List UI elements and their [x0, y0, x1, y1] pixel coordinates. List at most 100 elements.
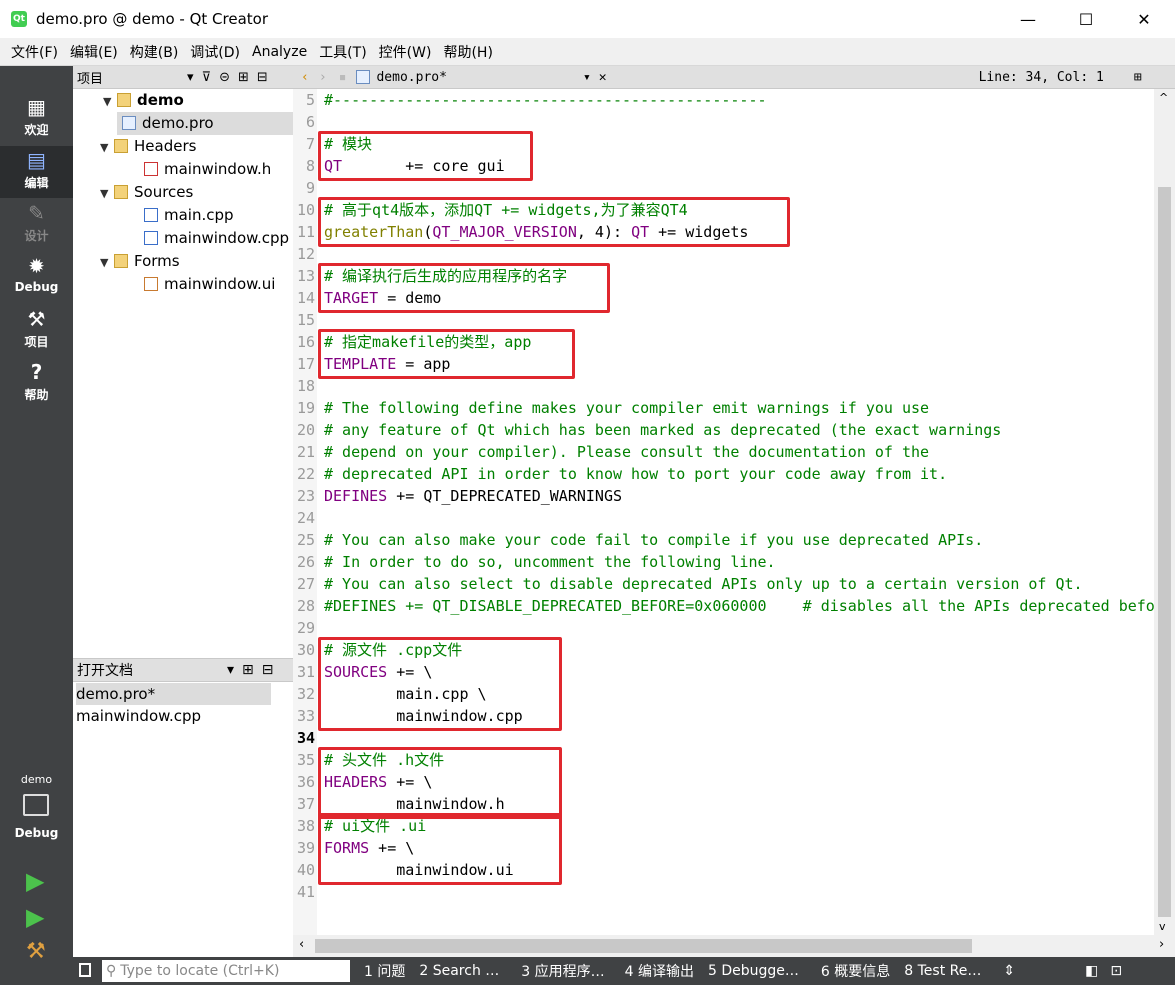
code-line: # In order to do so, uncomment the follo… [324, 553, 776, 571]
code-line: HEADERS += \ [324, 773, 433, 791]
line-number: 11 [296, 223, 315, 241]
code-line: TARGET = demo [324, 289, 442, 307]
minimize-button[interactable]: — [1000, 0, 1056, 38]
output-tab-general[interactable]: 6 概要信息 [821, 961, 890, 981]
locator-input[interactable]: ⚲ Type to locate (Ctrl+K) [102, 960, 350, 982]
output-tab-debugger[interactable]: 5 Debugge… [708, 963, 799, 979]
sidebar-toggle-icon[interactable] [79, 963, 91, 977]
scrollbar-thumb[interactable] [315, 939, 972, 953]
tree-item-mainwindow-ui[interactable]: mainwindow.ui [144, 273, 275, 296]
menu-build[interactable]: 构建(B) [124, 42, 185, 62]
output-tab-test-results[interactable]: 8 Test Re… [904, 963, 981, 979]
code-line: mainwindow.cpp [324, 707, 523, 725]
mode-sidebar: ▦ 欢迎 ▤ 编辑 ✎ 设计 ✹ Debug ⚒ 项目 ? 帮助 demo De… [0, 89, 73, 985]
chevron-down-icon: ▼ [100, 187, 109, 200]
open-docs-toolbar: 打开文档 ▾ ⊞ ⊟ [73, 658, 293, 682]
split-icon[interactable]: ⊞ [238, 70, 249, 85]
run-icon[interactable]: ▶ [26, 867, 44, 895]
chevron-down-icon: ▼ [103, 95, 112, 108]
open-doc-item[interactable]: mainwindow.cpp [76, 705, 271, 727]
scroll-left-icon[interactable]: ‹ [299, 937, 304, 952]
mode-bar-top [0, 66, 73, 89]
menu-tools[interactable]: 工具(T) [313, 42, 372, 62]
folder-icon [114, 185, 128, 199]
chevron-down-icon[interactable]: ▾ [227, 662, 234, 678]
filter-icon[interactable]: ⊽ [202, 70, 212, 85]
menu-file[interactable]: 文件(F) [5, 42, 64, 62]
scrollbar-thumb[interactable] [1158, 187, 1171, 917]
code-line: # ui文件 .ui [324, 817, 427, 835]
mode-help[interactable]: ? 帮助 [0, 358, 73, 410]
tree-item-headers[interactable]: ▼ Headers [100, 135, 196, 158]
line-number: 13 [296, 267, 315, 285]
line-number: 7 [305, 135, 315, 153]
maximize-button[interactable]: ☐ [1058, 0, 1114, 38]
close-button[interactable]: ✕ [1116, 0, 1172, 38]
mode-projects[interactable]: ⚒ 项目 [0, 305, 73, 357]
mode-label: Debug [14, 280, 59, 294]
code-line: # 编译执行后生成的应用程序的名字 [324, 267, 568, 285]
build-hammer-icon[interactable]: ⚒ [26, 939, 46, 964]
line-number: 36 [296, 773, 315, 791]
tree-item-mainwindow-cpp[interactable]: mainwindow.cpp [144, 227, 289, 250]
code-line: # The following define makes your compil… [324, 399, 930, 417]
output-tab-app-output[interactable]: 3 应用程序… [521, 961, 604, 981]
open-doc-item[interactable]: demo.pro* [76, 683, 271, 705]
vertical-scrollbar[interactable]: ^ v [1154, 89, 1175, 935]
code-line: # 头文件 .h文件 [324, 751, 445, 769]
code-editor[interactable]: #---------------------------------------… [317, 89, 1154, 935]
tree-item-sources[interactable]: ▼ Sources [100, 181, 193, 204]
menu-analyze[interactable]: Analyze [246, 44, 313, 60]
line-number: 38 [296, 817, 315, 835]
output-toggle-icon[interactable]: ◧ [1085, 963, 1098, 979]
editor-toolbar: ‹ › ▪ demo.pro* ▾ ✕ Line: 34, Col: 1 ⊞ [293, 66, 1175, 89]
editor-file-name[interactable]: demo.pro* [376, 70, 446, 85]
monitor-icon[interactable] [23, 794, 49, 816]
menu-help[interactable]: 帮助(H) [437, 42, 498, 62]
debug-run-icon[interactable]: ▶ [26, 903, 44, 931]
menu-debug[interactable]: 调试(D) [184, 42, 246, 62]
mode-debug[interactable]: ✹ Debug [0, 252, 73, 304]
back-arrow-icon[interactable]: ‹ [301, 70, 309, 85]
code-line: SOURCES += \ [324, 663, 433, 681]
code-line: # You can also make your code fail to co… [324, 531, 984, 549]
split-icon[interactable]: ⊞ [242, 662, 254, 678]
split-icon[interactable]: ⊞ [1134, 70, 1142, 85]
mode-welcome[interactable]: ▦ 欢迎 [0, 93, 73, 145]
line-number: 41 [296, 883, 315, 901]
scroll-right-icon[interactable]: › [1159, 937, 1164, 952]
tree-item-main-cpp[interactable]: main.cpp [144, 204, 234, 227]
output-tab-search[interactable]: 2 Search … [419, 963, 499, 979]
fullscreen-icon[interactable]: ⊡ [1110, 963, 1122, 979]
forward-arrow-icon[interactable]: › [319, 70, 327, 85]
tree-item-forms[interactable]: ▼ Forms [100, 250, 180, 273]
output-tab-issues[interactable]: 1 问题 [364, 961, 405, 981]
line-number: 17 [296, 355, 315, 373]
bug-icon: ✹ [28, 254, 45, 278]
link-icon[interactable]: ⊝ [219, 70, 230, 85]
mode-label: 项目 [24, 335, 49, 349]
line-number: 24 [296, 509, 315, 527]
mode-design[interactable]: ✎ 设计 [0, 199, 73, 251]
scroll-up-icon[interactable]: ^ [1159, 91, 1168, 104]
close-pane-icon[interactable]: ⊟ [262, 662, 274, 678]
output-tab-compile[interactable]: 4 编译输出 [625, 961, 694, 981]
chevron-down-icon[interactable]: ▾ [187, 70, 194, 85]
tree-item-demo-pro[interactable]: demo.pro [122, 112, 214, 135]
open-docs-title: 打开文档 [77, 663, 133, 679]
tree-item-demo[interactable]: ▼ demo [103, 89, 184, 112]
scroll-down-icon[interactable]: v [1159, 920, 1166, 933]
updown-icon[interactable]: ⇕ [1003, 963, 1015, 979]
close-pane-icon[interactable]: ⊟ [257, 70, 268, 85]
line-number: 9 [305, 179, 315, 197]
tree-item-mainwindow-h[interactable]: mainwindow.h [144, 158, 271, 181]
chevron-down-icon[interactable]: ▾ [583, 70, 591, 85]
menu-edit[interactable]: 编辑(E) [64, 42, 124, 62]
horizontal-scrollbar[interactable]: ‹ › [293, 935, 1175, 957]
line-number: 12 [296, 245, 315, 263]
kit-mode: Debug [14, 826, 59, 840]
status-bar: ⚲ Type to locate (Ctrl+K) 1 问题 2 Search … [73, 957, 1175, 985]
mode-edit[interactable]: ▤ 编辑 [0, 146, 73, 198]
close-doc-icon[interactable]: ✕ [599, 70, 607, 85]
menu-widgets[interactable]: 控件(W) [373, 42, 438, 62]
